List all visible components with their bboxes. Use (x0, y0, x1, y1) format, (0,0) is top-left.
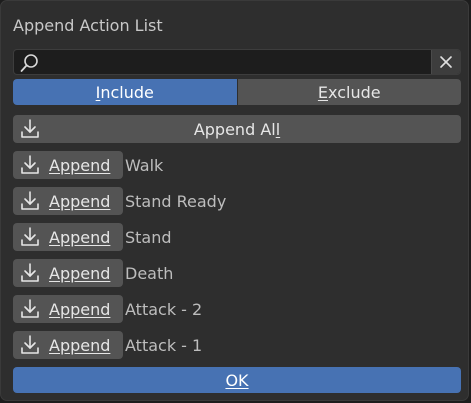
ok-button[interactable]: OK (13, 367, 461, 393)
ok-label: OK (225, 370, 249, 390)
action-row: Append Stand (13, 223, 461, 251)
clear-search-button[interactable] (431, 50, 460, 74)
download-icon (21, 155, 39, 174)
action-name: Death (125, 263, 174, 283)
append-button-label: Append (49, 335, 111, 355)
exclude-accel: E (317, 82, 329, 102)
action-name: Walk (125, 155, 164, 175)
append-button-label: Append (49, 227, 111, 247)
action-row: Append Attack - 1 (13, 331, 461, 359)
append-action-button[interactable]: Append (13, 259, 123, 287)
action-name: Stand (125, 227, 172, 247)
append-all-accel: l (275, 119, 281, 139)
append-action-button[interactable]: Append (13, 223, 123, 251)
download-icon (21, 119, 39, 138)
include-label: nclude (100, 82, 154, 102)
append-button-label: Append (49, 299, 111, 319)
append-action-button[interactable]: Append (13, 187, 123, 215)
append-action-button[interactable]: Append (13, 151, 123, 179)
action-name: Attack - 1 (125, 335, 203, 355)
action-name: Stand Ready (125, 191, 227, 211)
download-icon (21, 335, 39, 354)
search-icon (20, 54, 38, 72)
action-name: Attack - 2 (125, 299, 203, 319)
action-row: Append Walk (13, 151, 461, 179)
search-field[interactable] (13, 49, 461, 75)
action-row: Append Attack - 2 (13, 295, 461, 323)
include-exclude-toggle: Include Exclude (13, 79, 461, 105)
append-action-dialog: Append Action List Include Exclude Appen… (0, 0, 469, 401)
append-action-button[interactable]: Append (13, 331, 123, 359)
append-button-label: Append (49, 191, 111, 211)
append-button-label: Append (49, 263, 111, 283)
append-action-button[interactable]: Append (13, 295, 123, 323)
search-input[interactable] (46, 51, 430, 73)
dialog-title: Append Action List (13, 16, 163, 35)
download-icon (21, 263, 39, 282)
close-icon (440, 56, 452, 68)
download-icon (21, 191, 39, 210)
append-all-label: Append Al (193, 119, 276, 139)
include-button[interactable]: Include (13, 79, 237, 105)
action-row: Append Stand Ready (13, 187, 461, 215)
action-row: Append Death (13, 259, 461, 287)
exclude-button[interactable]: Exclude (236, 79, 461, 105)
exclude-label: xclude (328, 82, 381, 102)
download-icon (21, 227, 39, 246)
download-icon (21, 299, 39, 318)
append-button-label: Append (49, 155, 111, 175)
append-all-button[interactable]: Append Al l (13, 115, 461, 143)
